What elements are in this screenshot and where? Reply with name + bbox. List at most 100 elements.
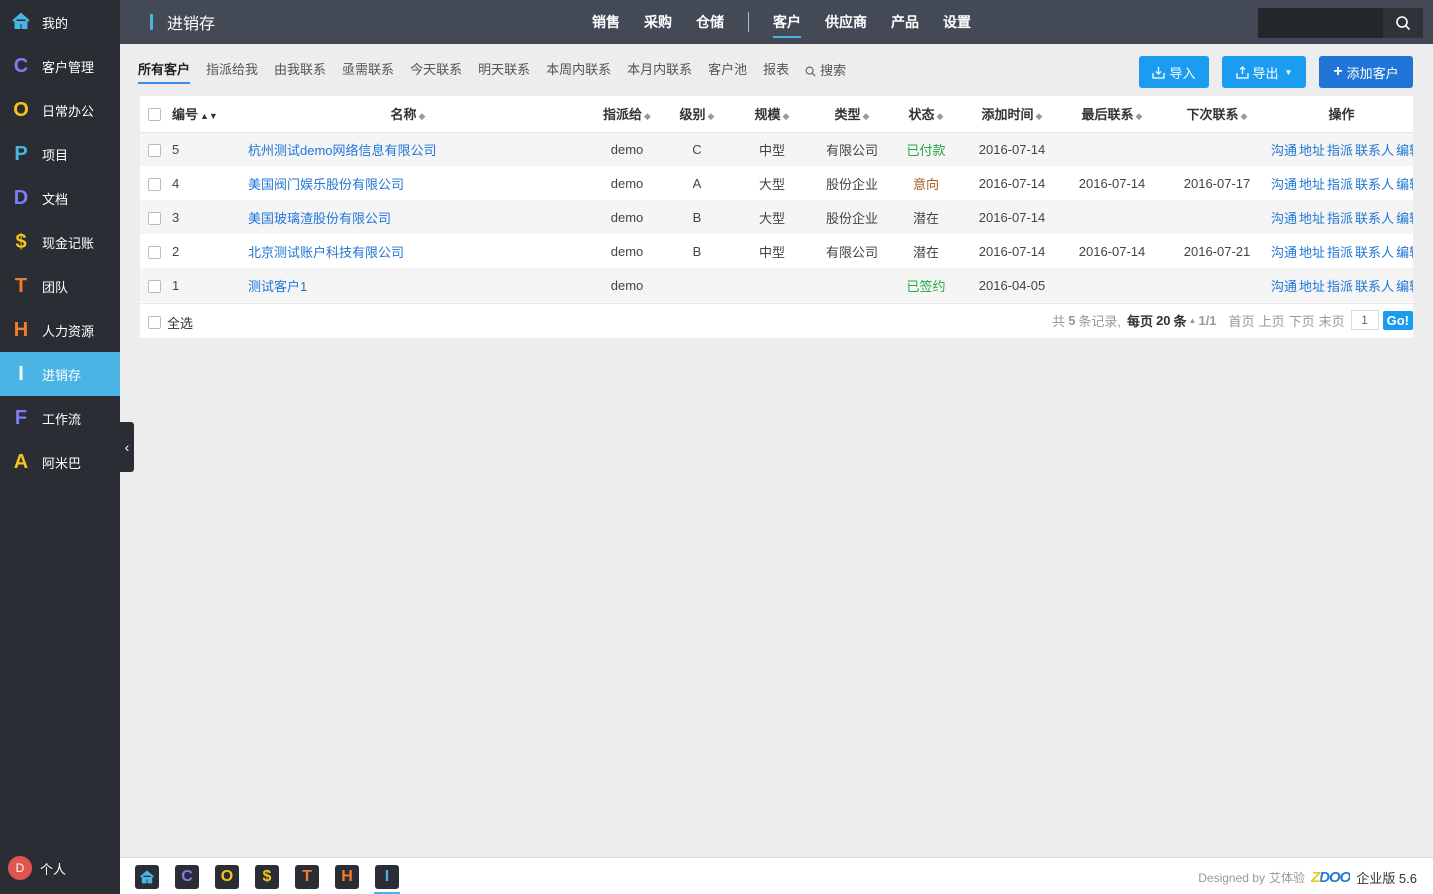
sidebar-item-9[interactable]: F 工作流 <box>0 396 120 440</box>
topnav-item[interactable]: 供应商 <box>817 0 875 44</box>
subnav-item-5[interactable]: 明天联系 <box>478 56 530 86</box>
table-row[interactable]: 2 北京测试账户科技有限公司 demo B 中型 有限公司 潜在 2016-07-14 2016… <box>140 234 1413 268</box>
op-link-2[interactable]: 指派 <box>1327 279 1353 294</box>
sidebar-item-10[interactable]: A 阿米巴 <box>0 440 120 484</box>
op-link-4[interactable]: 编辑 <box>1396 211 1413 226</box>
header-added[interactable]: 添加时间 ◆ <box>964 96 1060 133</box>
topnav-item[interactable]: 销售 <box>584 0 628 44</box>
pager-next[interactable]: 下页 <box>1289 311 1315 330</box>
import-button[interactable]: 导入 <box>1139 56 1209 88</box>
subnav-item-1[interactable]: 指派给我 <box>206 56 258 86</box>
row-checkbox[interactable] <box>147 245 161 259</box>
dock-app-icon[interactable]: $ <box>255 865 279 889</box>
user-menu[interactable]: D 个人 <box>8 856 66 880</box>
row-checkbox[interactable] <box>147 177 161 191</box>
table-row[interactable]: 1 测试客户1 demo 已签约2016-04-05 沟通地址指派联系人编辑更多▼ <box>140 268 1413 302</box>
op-link-0[interactable]: 沟通 <box>1271 245 1297 260</box>
table-row[interactable]: 3 美国玻璃渣股份有限公司 demo B 大型 股份企业 潜在 2016-07-14 沟通 地址指… <box>140 200 1413 234</box>
op-link-3[interactable]: 联系人 <box>1355 279 1394 294</box>
sidebar-item-3[interactable]: P 项目 <box>0 132 120 176</box>
header-id[interactable]: 编号 ▲▼ <box>168 96 228 133</box>
op-link-0[interactable]: 沟通 <box>1271 177 1297 192</box>
sidebar-item-0[interactable]: 我的 <box>0 0 120 44</box>
topnav-item[interactable]: 客户 <box>765 0 809 44</box>
sidebar-item-1[interactable]: C 客户管理 <box>0 44 120 88</box>
search-button[interactable] <box>1383 8 1423 38</box>
subnav-item-6[interactable]: 本周内联系 <box>546 56 611 86</box>
subnav-item-2[interactable]: 由我联系 <box>274 56 326 86</box>
header-level[interactable]: 级别 ◆ <box>666 96 728 133</box>
op-link-1[interactable]: 地址 <box>1299 143 1325 158</box>
export-button[interactable]: 导出 ▼ <box>1222 56 1306 88</box>
sidebar-collapse-button[interactable]: ‹ <box>120 422 134 472</box>
op-link-0[interactable]: 沟通 <box>1271 211 1297 226</box>
topnav-item[interactable]: 设置 <box>935 0 979 44</box>
op-link-3[interactable]: 联系人 <box>1355 177 1394 192</box>
op-link-1[interactable]: 地址 <box>1299 279 1325 294</box>
header-assigned[interactable]: 指派给 ◆ <box>588 96 666 133</box>
customer-name-link[interactable]: 杭州测试demo网络信息有限公司 <box>248 143 437 158</box>
pager-first[interactable]: 首页 <box>1229 311 1255 330</box>
dock-home-icon[interactable] <box>135 865 159 889</box>
topnav-item[interactable]: 仓储 <box>688 0 732 44</box>
header-checkbox-cell[interactable] <box>140 96 168 133</box>
select-all-checkbox[interactable] <box>148 316 161 329</box>
row-checkbox[interactable] <box>147 279 161 293</box>
header-checkbox[interactable] <box>147 108 161 122</box>
subnav-item-8[interactable]: 客户池 <box>708 56 747 86</box>
op-link-0[interactable]: 沟通 <box>1271 279 1297 294</box>
op-link-1[interactable]: 地址 <box>1299 211 1325 226</box>
select-all[interactable]: 全选 <box>148 313 193 332</box>
subnav-item-7[interactable]: 本月内联系 <box>627 56 692 86</box>
subnav-search[interactable]: 搜索 <box>805 56 846 86</box>
op-link-2[interactable]: 指派 <box>1327 245 1353 260</box>
search-input[interactable] <box>1258 8 1383 38</box>
pager-prev[interactable]: 上页 <box>1259 311 1285 330</box>
row-checkbox-cell[interactable] <box>140 132 168 166</box>
table-row[interactable]: 5 杭州测试demo网络信息有限公司 demo C 中型 有限公司 已付款 2016-07-1… <box>140 132 1413 166</box>
dock-app-icon[interactable]: O <box>215 865 239 889</box>
pager-per-page[interactable]: 20 <box>1156 313 1170 328</box>
op-link-3[interactable]: 联系人 <box>1355 245 1394 260</box>
op-link-2[interactable]: 指派 <box>1327 211 1353 226</box>
table-row[interactable]: 4 美国阀门娱乐股份有限公司 demo A 大型 股份企业 意向 2016-07-14 2016… <box>140 166 1413 200</box>
header-last-contact[interactable]: 最后联系 ◆ <box>1060 96 1164 133</box>
dock-app-icon[interactable]: T <box>295 865 319 889</box>
subnav-item-4[interactable]: 今天联系 <box>410 56 462 86</box>
zdoo-logo[interactable]: ZDOO <box>1311 869 1351 886</box>
op-link-4[interactable]: 编辑 <box>1396 245 1413 260</box>
subnav-item-0[interactable]: 所有客户 <box>138 56 191 86</box>
sidebar-item-2[interactable]: O 日常办公 <box>0 88 120 132</box>
header-type[interactable]: 类型 ◆ <box>816 96 888 133</box>
header-status[interactable]: 状态 ◆ <box>888 96 964 133</box>
dock-app-icon[interactable]: I <box>374 865 400 894</box>
header-size[interactable]: 规模 ◆ <box>728 96 816 133</box>
row-checkbox[interactable] <box>147 143 161 157</box>
chevron-up-icon[interactable]: ▲ <box>1189 316 1197 325</box>
op-link-4[interactable]: 编辑 <box>1396 143 1413 158</box>
row-checkbox-cell[interactable] <box>140 166 168 200</box>
row-checkbox[interactable] <box>147 211 161 225</box>
op-link-0[interactable]: 沟通 <box>1271 143 1297 158</box>
subnav-item-9[interactable]: 报表 <box>763 56 789 86</box>
topnav-item[interactable]: 产品 <box>883 0 927 44</box>
subnav-item-3[interactable]: 亟需联系 <box>342 56 394 86</box>
row-checkbox-cell[interactable] <box>140 268 168 302</box>
row-checkbox-cell[interactable] <box>140 200 168 234</box>
header-next-contact[interactable]: 下次联系 ◆ <box>1164 96 1270 133</box>
header-name[interactable]: 名称 ◆ <box>228 96 588 133</box>
sidebar-item-8[interactable]: I 进销存 <box>0 352 120 396</box>
customer-name-link[interactable]: 美国玻璃渣股份有限公司 <box>248 211 391 226</box>
pager-go-button[interactable]: Go! <box>1382 310 1413 330</box>
op-link-4[interactable]: 编辑 <box>1396 279 1413 294</box>
pager-page-input[interactable] <box>1350 310 1379 330</box>
pager-last[interactable]: 末页 <box>1319 311 1345 330</box>
op-link-4[interactable]: 编辑 <box>1396 177 1413 192</box>
customer-name-link[interactable]: 测试客户1 <box>248 279 307 294</box>
topnav-item[interactable]: 采购 <box>636 0 680 44</box>
op-link-3[interactable]: 联系人 <box>1355 143 1394 158</box>
op-link-2[interactable]: 指派 <box>1327 177 1353 192</box>
dock-app-icon[interactable]: H <box>335 865 359 889</box>
op-link-2[interactable]: 指派 <box>1327 143 1353 158</box>
customer-name-link[interactable]: 美国阀门娱乐股份有限公司 <box>248 177 404 192</box>
